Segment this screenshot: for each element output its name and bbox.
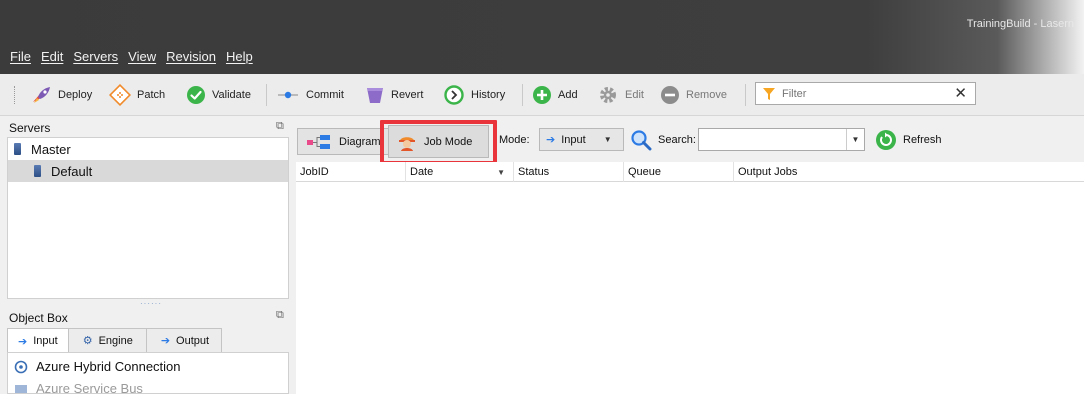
menu-servers[interactable]: Servers bbox=[73, 49, 118, 64]
refresh-label: Refresh bbox=[903, 134, 942, 146]
edit-label: Edit bbox=[625, 89, 644, 101]
server-icon bbox=[14, 143, 21, 155]
tab-label: Output bbox=[176, 334, 210, 347]
toolbar-separator bbox=[266, 84, 267, 106]
tab-input[interactable]: ➔ Input bbox=[7, 328, 69, 353]
arrow-right-icon: ➔ bbox=[160, 335, 171, 347]
tab-output[interactable]: ➔ Output bbox=[145, 328, 223, 352]
plus-circle-icon bbox=[533, 86, 551, 104]
search-input[interactable]: ▼ bbox=[698, 128, 865, 151]
minus-circle-icon bbox=[661, 86, 679, 104]
remove-button[interactable]: Remove bbox=[660, 83, 727, 107]
remove-label: Remove bbox=[686, 89, 727, 101]
tree-item-label: Default bbox=[51, 163, 93, 179]
menu-file[interactable]: File bbox=[10, 49, 31, 64]
mode-select[interactable]: ➔ Input ▼ bbox=[539, 128, 624, 151]
patch-label: Patch bbox=[137, 89, 166, 101]
object-box-list[interactable]: Azure Hybrid Connection Azure Service Bu… bbox=[7, 352, 289, 394]
revert-icon bbox=[367, 88, 383, 103]
list-item-label: Azure Service Bus bbox=[36, 381, 143, 394]
search-label: Search: bbox=[658, 134, 696, 146]
menu-edit[interactable]: Edit bbox=[41, 49, 63, 64]
column-output-jobs[interactable]: Output Jobs bbox=[734, 162, 1084, 182]
funnel-icon bbox=[763, 88, 775, 100]
menu-bar: File Edit Servers View Revision Help bbox=[10, 49, 253, 64]
column-date[interactable]: Date ▼ bbox=[406, 162, 514, 182]
search-label-group: Search: bbox=[630, 125, 696, 155]
diagram-button[interactable]: Diagram bbox=[297, 128, 390, 155]
arrow-right-icon: ➔ bbox=[546, 134, 556, 146]
gear-icon bbox=[600, 87, 616, 103]
tab-label: Input bbox=[33, 335, 58, 347]
list-item-label: Azure Hybrid Connection bbox=[36, 359, 181, 374]
tree-item-master[interactable]: Master bbox=[8, 138, 288, 160]
engine-icon: ⚙ bbox=[82, 335, 93, 347]
float-panel-icon[interactable]: ⧉ bbox=[276, 309, 284, 322]
chevron-down-icon: ▼ bbox=[603, 135, 612, 144]
column-queue[interactable]: Queue bbox=[624, 162, 734, 182]
column-jobid[interactable]: JobID bbox=[296, 162, 406, 182]
menu-revision[interactable]: Revision bbox=[166, 49, 216, 64]
server-icon bbox=[34, 165, 41, 177]
revert-label: Revert bbox=[391, 89, 424, 101]
history-icon bbox=[444, 85, 464, 105]
chevron-down-icon[interactable]: ▼ bbox=[846, 129, 864, 150]
add-label: Add bbox=[558, 89, 578, 101]
close-icon[interactable]: ✕ bbox=[954, 84, 967, 102]
add-button[interactable]: Add bbox=[532, 83, 578, 107]
commit-label: Commit bbox=[306, 89, 344, 101]
grid-header: JobID Date ▼ Status Queue Output Jobs bbox=[296, 162, 1084, 182]
title-bar: TrainingBuild - Lasern File Edit Servers… bbox=[0, 0, 1084, 74]
deploy-label: Deploy bbox=[58, 89, 93, 101]
menu-view[interactable]: View bbox=[128, 49, 156, 64]
diagram-label: Diagram bbox=[339, 135, 381, 148]
refresh-button[interactable]: Refresh bbox=[875, 125, 942, 155]
validate-label: Validate bbox=[212, 89, 251, 101]
filter-input[interactable] bbox=[782, 85, 952, 102]
mode-value: Input bbox=[561, 133, 586, 146]
object-box-title: Object Box bbox=[9, 311, 68, 325]
column-date-label: Date bbox=[410, 166, 434, 178]
service-bus-icon bbox=[15, 384, 27, 393]
servers-panel-title: Servers bbox=[9, 121, 51, 135]
arrow-right-icon: ➔ bbox=[18, 335, 28, 348]
list-item[interactable]: Azure Hybrid Connection bbox=[14, 359, 181, 374]
toolbar-separator bbox=[522, 84, 523, 106]
tab-engine[interactable]: ⚙ Engine bbox=[67, 328, 147, 352]
validate-button[interactable]: Validate bbox=[186, 83, 251, 107]
tab-label: Engine bbox=[98, 334, 133, 347]
window-title: TrainingBuild - Lasern bbox=[966, 18, 1074, 30]
column-status[interactable]: Status bbox=[514, 162, 624, 182]
sort-desc-icon: ▼ bbox=[497, 167, 505, 177]
patch-button[interactable]: Patch bbox=[109, 83, 165, 107]
diagram-icon bbox=[307, 134, 330, 149]
check-circle-icon bbox=[187, 86, 205, 104]
commit-button[interactable]: Commit bbox=[276, 83, 344, 107]
mode-label: Mode: bbox=[499, 134, 530, 146]
menu-help[interactable]: Help bbox=[226, 49, 253, 64]
patch-icon bbox=[109, 84, 131, 106]
highlight-box bbox=[380, 120, 497, 165]
refresh-icon bbox=[876, 130, 896, 150]
rocket-icon bbox=[33, 87, 50, 103]
search-icon bbox=[631, 130, 652, 151]
list-item[interactable]: Azure Service Bus bbox=[14, 381, 143, 394]
revert-button[interactable]: Revert bbox=[365, 83, 423, 107]
float-panel-icon[interactable]: ⧉ bbox=[276, 120, 284, 133]
object-box-tabs: ➔ Input ⚙ Engine ➔ Output bbox=[7, 328, 223, 353]
toolbar-grip[interactable] bbox=[14, 86, 17, 104]
toolbar-separator bbox=[745, 84, 746, 106]
jobs-grid[interactable]: JobID Date ▼ Status Queue Output Jobs bbox=[296, 162, 1084, 394]
deploy-button[interactable]: Deploy bbox=[30, 83, 92, 107]
hybrid-connection-icon bbox=[14, 360, 28, 373]
tree-item-label: Master bbox=[31, 141, 71, 157]
panel-splitter[interactable]: ······ bbox=[140, 299, 162, 308]
filter-field[interactable]: ✕ bbox=[755, 82, 976, 105]
history-button[interactable]: History bbox=[443, 83, 505, 107]
tree-item-default[interactable]: Default bbox=[8, 160, 288, 182]
edit-button[interactable]: Edit bbox=[597, 83, 644, 107]
history-label: History bbox=[471, 89, 506, 101]
commit-icon bbox=[278, 91, 298, 99]
servers-tree[interactable]: Master Default bbox=[7, 137, 289, 299]
